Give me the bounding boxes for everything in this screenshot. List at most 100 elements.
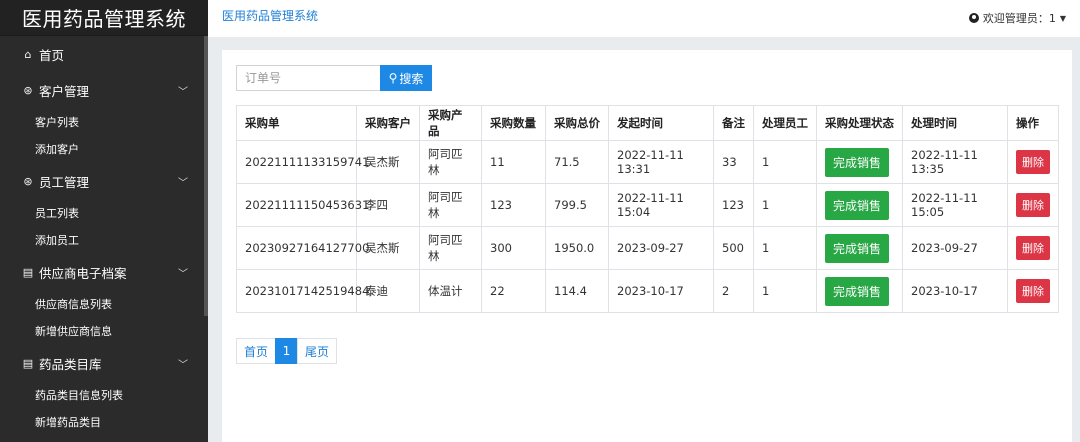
- cell-status: 完成销售: [816, 269, 903, 313]
- cell-action: 删除: [1007, 183, 1059, 227]
- pagination: 首页 1 尾页: [236, 338, 337, 364]
- cell-start: 2023-10-17: [608, 269, 714, 313]
- sidebar-item-label: 员工管理: [39, 174, 90, 190]
- home-icon: ⌂: [24, 47, 32, 61]
- cell-product: 阿司匹林: [419, 183, 482, 227]
- cell-start: 2022-11-11 13:31: [608, 140, 714, 184]
- cell-staff: 1: [753, 269, 817, 313]
- column-header: 备注: [713, 105, 754, 141]
- file-icon: ▤: [22, 356, 34, 370]
- sidebar-subitem[interactable]: 客户列表: [0, 108, 208, 136]
- user-label: 欢迎管理员：1: [982, 12, 1056, 25]
- cell-product: 阿司匹林: [419, 140, 482, 184]
- cell-action: 删除: [1007, 226, 1059, 270]
- cell-note: 33: [713, 140, 754, 184]
- delete-button[interactable]: 删除: [1016, 193, 1050, 217]
- cell-order: 20230927164127700: [236, 226, 369, 270]
- last-page-button[interactable]: 尾页: [297, 338, 337, 364]
- table-row: 20221111133159741 吴杰斯 阿司匹林 11 71.5 2022-11-11…: [236, 140, 1059, 184]
- cell-customer: 吴杰斯: [356, 140, 420, 184]
- search-button-label: 搜索: [399, 71, 424, 86]
- cell-total: 1950.0: [545, 226, 609, 270]
- sidebar-scrollbar[interactable]: [204, 36, 208, 316]
- user-menu[interactable]: 欢迎管理员：1 ▼: [968, 10, 1066, 26]
- sidebar-subitem[interactable]: 新增药品类目: [0, 409, 208, 437]
- sidebar-item-2[interactable]: ⊛ 员工管理 ﹀: [0, 163, 208, 199]
- sidebar-subitem[interactable]: 员工列表: [0, 199, 208, 227]
- sidebar-item-1[interactable]: ⊛ 客户管理 ﹀: [0, 72, 208, 108]
- sidebar-item-label: 供应商电子档案: [39, 265, 127, 281]
- cell-start: 2022-11-11 15:04: [608, 183, 714, 227]
- column-header: 采购处理状态: [816, 105, 903, 141]
- first-page-button[interactable]: 首页: [236, 338, 276, 364]
- brand-title: 医用药品管理系统: [0, 0, 208, 36]
- cell-qty: 11: [481, 140, 546, 184]
- delete-button[interactable]: 删除: [1016, 236, 1050, 260]
- cell-action: 删除: [1007, 269, 1059, 313]
- sidebar-item-4[interactable]: ▤ 药品类目库 ﹀: [0, 345, 208, 381]
- cell-handled: 2022-11-11 13:35: [902, 140, 1008, 184]
- cell-action: 删除: [1007, 140, 1059, 184]
- column-header: 发起时间: [608, 105, 714, 141]
- complete-sale-button[interactable]: 完成销售: [825, 190, 890, 220]
- cell-qty: 123: [481, 183, 546, 227]
- table-row: 20230927164127700 吴杰斯 阿司匹林 300 1950.0 2023-09…: [236, 226, 1059, 270]
- column-header: 操作: [1007, 105, 1059, 141]
- file-icon: ▤: [22, 265, 34, 279]
- sidebar-item-0[interactable]: ⌂ 首页: [0, 36, 208, 72]
- cell-qty: 300: [481, 226, 546, 270]
- sidebar-item-label: 客户管理: [39, 83, 90, 99]
- cell-handled: 2023-09-27: [902, 226, 1008, 270]
- cell-note: 500: [713, 226, 754, 270]
- sidebar-subitem[interactable]: 药品类目信息列表: [0, 381, 208, 409]
- users-icon: ⊛: [23, 174, 33, 188]
- chevron-down-icon: ﹀: [178, 86, 188, 98]
- cell-note: 2: [713, 269, 754, 313]
- cell-staff: 1: [753, 183, 817, 227]
- delete-button[interactable]: 删除: [1016, 279, 1050, 303]
- column-header: 采购数量: [481, 105, 546, 141]
- sidebar-subitem[interactable]: 新增供应商信息: [0, 318, 208, 346]
- complete-sale-button[interactable]: 完成销售: [825, 276, 890, 306]
- column-header: 采购总价: [545, 105, 609, 141]
- column-header: 处理时间: [902, 105, 1008, 141]
- sidebar-subitem[interactable]: 添加客户: [0, 136, 208, 164]
- order-search-input[interactable]: [236, 65, 380, 91]
- column-header: 采购单: [236, 105, 357, 141]
- cell-handled: 2023-10-17: [902, 269, 1008, 313]
- chevron-down-icon: ﹀: [178, 177, 188, 189]
- page-number-button[interactable]: 1: [275, 338, 298, 364]
- cell-order: 20221111150453631: [236, 183, 369, 227]
- cell-status: 完成销售: [816, 140, 903, 184]
- sidebar-item-label: 药品类目库: [39, 356, 102, 372]
- cell-customer: 泰迪: [356, 269, 420, 313]
- delete-button[interactable]: 删除: [1016, 150, 1050, 174]
- column-header: 采购产品: [419, 105, 482, 141]
- search-icon: ⚲: [388, 71, 398, 85]
- sidebar-subitem[interactable]: 供应商信息列表: [0, 290, 208, 318]
- search-button[interactable]: ⚲ 搜索: [380, 65, 432, 91]
- complete-sale-button[interactable]: 完成销售: [825, 147, 890, 177]
- chevron-down-icon: ﹀: [178, 359, 188, 371]
- table-body: 20221111133159741 吴杰斯 阿司匹林 11 71.5 2022-11-11…: [236, 140, 1059, 313]
- cell-staff: 1: [753, 140, 817, 184]
- cell-total: 799.5: [545, 183, 609, 227]
- complete-sale-button[interactable]: 完成销售: [825, 233, 890, 263]
- content-card: ⚲ 搜索 采购单采购客户采购产品采购数量采购总价发起时间备注处理员工采购处理状态…: [222, 50, 1072, 442]
- user-icon: [968, 13, 979, 23]
- table-header-row: 采购单 采购客户 采购产品 采购数量 采购总价 发起时间 备注 处理员工 采购处理状态 处理时间操…: [236, 105, 1059, 141]
- sidebar: 医用药品管理系统 ⌂ 首页 ⊛ 客户管理 ﹀ 客户列表 添加客户 ⊛ 员工管理 ﹀ 员工列表 添加员工…: [0, 0, 208, 442]
- cell-status: 完成销售: [816, 226, 903, 270]
- cell-note: 123: [713, 183, 754, 227]
- cell-total: 114.4: [545, 269, 609, 313]
- sidebar-subitem[interactable]: 添加员工: [0, 227, 208, 255]
- sidebar-item-3[interactable]: ▤ 供应商电子档案 ﹀: [0, 254, 208, 290]
- users-icon: ⊛: [23, 83, 33, 97]
- cell-handled: 2022-11-11 15:05: [902, 183, 1008, 227]
- page-title[interactable]: 医用药品管理系统: [222, 7, 318, 24]
- cell-product: 体温计: [419, 269, 482, 313]
- cell-start: 2023-09-27: [608, 226, 714, 270]
- topbar: 医用药品管理系统 欢迎管理员：1 ▼: [208, 0, 1080, 37]
- cell-product: 阿司匹林: [419, 226, 482, 270]
- table-row: 20221111150453631 李四 阿司匹林 123 799.5 2022-11-1…: [236, 183, 1059, 227]
